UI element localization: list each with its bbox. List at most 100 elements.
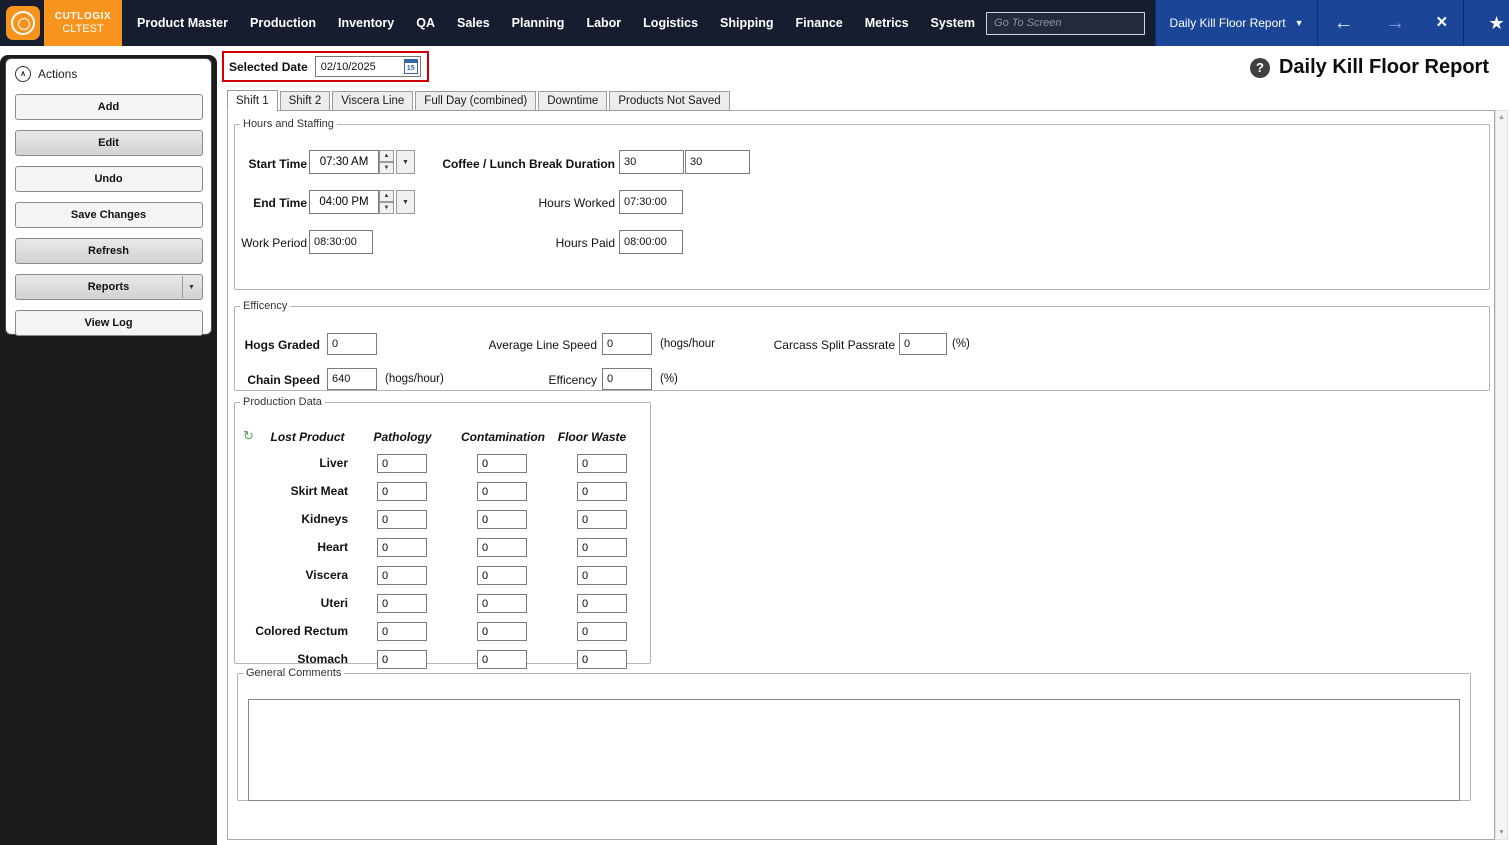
menu-production[interactable]: Production	[239, 0, 327, 46]
menu-system[interactable]: System	[920, 0, 986, 46]
menu-shipping[interactable]: Shipping	[709, 0, 784, 46]
tab-downtime[interactable]: Downtime	[538, 91, 607, 111]
skirt-meat-pathology-input[interactable]	[377, 482, 427, 501]
star-icon[interactable]: ★	[1488, 13, 1504, 34]
calendar-icon-day: 15	[405, 63, 417, 73]
kidneys-floor-waste-input[interactable]	[577, 510, 627, 529]
uteri-contamination-input[interactable]	[477, 594, 527, 613]
menu-inventory[interactable]: Inventory	[327, 0, 405, 46]
hours-worked-label: Hours Worked	[435, 196, 615, 210]
tab-products-not-saved[interactable]: Products Not Saved	[609, 91, 729, 111]
chevron-down-icon[interactable]: ▼	[396, 150, 415, 174]
viscera-floor-waste-input[interactable]	[577, 566, 627, 585]
go-to-screen-input[interactable]	[986, 12, 1145, 35]
menu-finance[interactable]: Finance	[785, 0, 854, 46]
vertical-scrollbar[interactable]: ▲ ▼	[1495, 110, 1508, 840]
general-comments-section: General Comments	[237, 667, 1471, 801]
colored-rectum-floor-waste-input[interactable]	[577, 622, 627, 641]
menu-metrics[interactable]: Metrics	[854, 0, 920, 46]
tab-viscera-line[interactable]: Viscera Line	[332, 91, 413, 111]
chevron-down-icon[interactable]: ▼	[396, 190, 415, 214]
menu-product-master[interactable]: Product Master	[126, 0, 239, 46]
refresh-button[interactable]: Refresh	[15, 238, 203, 264]
close-icon[interactable]: ×	[1436, 12, 1447, 34]
hogs-graded-input[interactable]	[327, 333, 377, 355]
row-label-skirt-meat: Skirt Meat	[235, 484, 348, 498]
refresh-icon[interactable]: ↻	[243, 428, 254, 444]
collapse-icon[interactable]: ∧	[15, 66, 31, 82]
calendar-icon[interactable]: 15	[404, 59, 418, 74]
scroll-down-icon[interactable]: ▼	[1496, 826, 1507, 839]
selected-date-label: Selected Date	[229, 60, 308, 74]
end-time-input[interactable]	[309, 190, 379, 214]
column-lost-product: Lost Product	[265, 430, 350, 444]
start-time-picker: ▲ ▼ ▼	[309, 150, 415, 174]
column-floor-waste: Floor Waste	[557, 430, 627, 444]
row-label-stomach: Stomach	[235, 652, 348, 666]
general-comments-textarea[interactable]	[248, 699, 1460, 801]
work-period-input[interactable]	[309, 230, 373, 254]
viscera-contamination-input[interactable]	[477, 566, 527, 585]
chevron-up-icon: ∧	[20, 70, 26, 78]
uteri-pathology-input[interactable]	[377, 594, 427, 613]
brand-block: CUTLOGIX CLTEST	[44, 0, 122, 46]
skirt-meat-contamination-input[interactable]	[477, 482, 527, 501]
menu-planning[interactable]: Planning	[501, 0, 576, 46]
edit-button[interactable]: Edit	[15, 130, 203, 156]
tab-shift-1[interactable]: Shift 1	[227, 90, 278, 112]
kidneys-pathology-input[interactable]	[377, 510, 427, 529]
skirt-meat-floor-waste-input[interactable]	[577, 482, 627, 501]
hours-paid-input[interactable]	[619, 230, 683, 254]
menu-labor[interactable]: Labor	[575, 0, 632, 46]
hours-and-staffing-section: Hours and Staffing Start Time ▲ ▼ ▼ Coff…	[234, 118, 1490, 290]
spin-down-icon[interactable]: ▼	[379, 162, 394, 174]
hours-worked-input[interactable]	[619, 190, 683, 214]
colored-rectum-pathology-input[interactable]	[377, 622, 427, 641]
carcass-split-passrate-input[interactable]	[899, 333, 947, 355]
start-time-label: Start Time	[237, 157, 307, 171]
scroll-up-icon[interactable]: ▲	[1496, 111, 1507, 124]
reports-dropdown-button[interactable]: Reports ▼	[15, 274, 203, 300]
spin-down-icon[interactable]: ▼	[379, 202, 394, 214]
screen-selector-dropdown[interactable]: Daily Kill Floor Report ▼	[1156, 0, 1317, 46]
colored-rectum-contamination-input[interactable]	[477, 622, 527, 641]
carcass-split-passrate-unit: (%)	[952, 338, 970, 350]
view-log-button[interactable]: View Log	[15, 310, 203, 336]
efficiency-unit: (%)	[660, 373, 678, 385]
hogs-graded-label: Hogs Graded	[235, 338, 320, 352]
help-icon[interactable]: ?	[1250, 58, 1270, 78]
tab-full-day-combined[interactable]: Full Day (combined)	[415, 91, 536, 111]
efficiency-input[interactable]	[602, 368, 652, 390]
break-duration-input-2[interactable]	[685, 150, 750, 174]
back-arrow-icon[interactable]: ←	[1334, 12, 1354, 35]
actions-panel: ∧ Actions Add Edit Undo Save Changes Ref…	[5, 58, 212, 335]
chain-speed-input[interactable]	[327, 368, 377, 390]
spin-up-icon[interactable]: ▲	[379, 150, 394, 162]
heart-pathology-input[interactable]	[377, 538, 427, 557]
start-time-input[interactable]	[309, 150, 379, 174]
page-title: Daily Kill Floor Report	[1279, 56, 1489, 79]
actions-sidebar: ∧ Actions Add Edit Undo Save Changes Ref…	[0, 55, 217, 845]
hours-and-staffing-legend: Hours and Staffing	[240, 118, 337, 130]
selected-date-wrap: 15	[315, 56, 421, 77]
liver-contamination-input[interactable]	[477, 454, 527, 473]
spin-up-icon[interactable]: ▲	[379, 190, 394, 202]
save-changes-button[interactable]: Save Changes	[15, 202, 203, 228]
add-button[interactable]: Add	[15, 94, 203, 120]
average-line-speed-input[interactable]	[602, 333, 652, 355]
uteri-floor-waste-input[interactable]	[577, 594, 627, 613]
heart-floor-waste-input[interactable]	[577, 538, 627, 557]
tab-shift-2[interactable]: Shift 2	[280, 91, 331, 111]
menu-qa[interactable]: QA	[405, 0, 446, 46]
menu-sales[interactable]: Sales	[446, 0, 501, 46]
break-duration-input-1[interactable]	[619, 150, 684, 174]
undo-button[interactable]: Undo	[15, 166, 203, 192]
heart-contamination-input[interactable]	[477, 538, 527, 557]
liver-pathology-input[interactable]	[377, 454, 427, 473]
menu-logistics[interactable]: Logistics	[632, 0, 709, 46]
forward-arrow-icon[interactable]: →	[1385, 12, 1405, 35]
viscera-pathology-input[interactable]	[377, 566, 427, 585]
kidneys-contamination-input[interactable]	[477, 510, 527, 529]
liver-floor-waste-input[interactable]	[577, 454, 627, 473]
actions-header: ∧ Actions	[6, 59, 211, 84]
